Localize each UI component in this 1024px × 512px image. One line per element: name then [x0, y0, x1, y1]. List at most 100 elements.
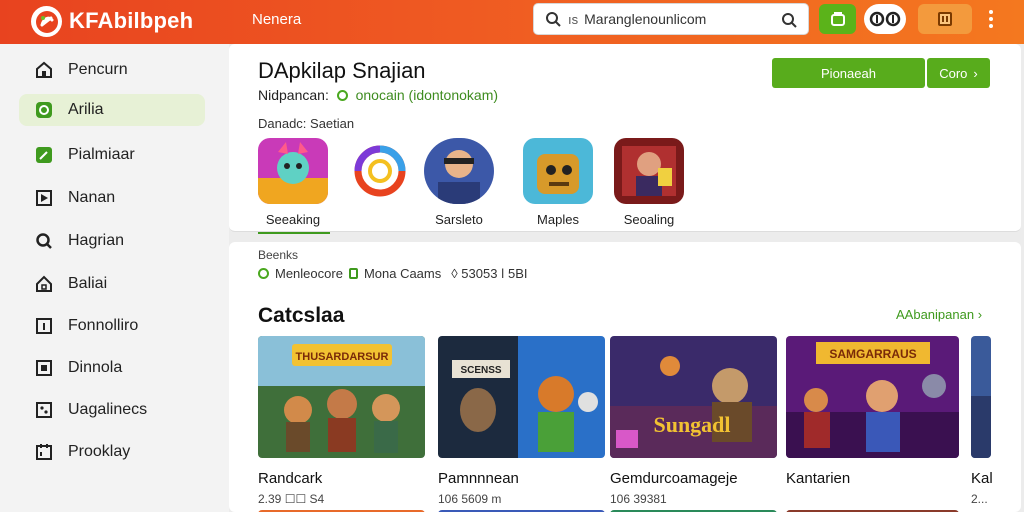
game-card[interactable]: THUSARDARSUR Randcark 2.39 ☐☐ S4 — [258, 336, 425, 506]
sidebar-item-label: Dinnola — [68, 359, 123, 376]
sidebar-item-5[interactable]: Baliai — [19, 268, 205, 300]
sidebar-item-3[interactable]: Nanan — [19, 182, 205, 214]
subtitle: Nidpancan: onocain (idontonokam) — [258, 87, 498, 103]
app-thumbnail — [523, 138, 593, 204]
game-thumbnail: THUSARDARSUR — [258, 336, 425, 458]
store-button[interactable] — [819, 4, 856, 34]
secondary-button[interactable]: Coro › — [927, 58, 990, 88]
app-thumbnail — [614, 138, 684, 204]
logo-mark — [35, 10, 58, 33]
info-icon — [34, 316, 54, 336]
subtitle-label: Nidpancan: — [258, 87, 329, 103]
search-bar[interactable]: ıs — [533, 3, 809, 35]
sidebar-item-label: Fonnolliro — [68, 317, 139, 334]
more-menu-icon — [989, 10, 993, 28]
sidebar-item-label: Nanan — [68, 189, 116, 206]
window-icon — [34, 358, 54, 378]
game-banner-text: SCENSS — [460, 365, 501, 376]
game-title: Pamnnnean — [438, 470, 519, 487]
house-icon — [34, 274, 54, 294]
app-tile[interactable] — [345, 138, 415, 212]
app-thumbnail — [345, 138, 415, 204]
square-icon — [348, 268, 358, 279]
search-input[interactable] — [584, 11, 785, 27]
home-icon — [34, 60, 54, 80]
sidebar-item-label: Pencurn — [68, 61, 128, 78]
sidebar-item-0[interactable]: Pencurn — [19, 54, 205, 86]
catalog-card: Beenks Menleocore Mona Caams ◊ 53053 ǀ 5… — [229, 242, 1021, 512]
game-thumbnail: SCENSS — [438, 336, 605, 458]
logo-icon[interactable] — [31, 6, 62, 37]
game-meta: 2... — [971, 492, 988, 506]
edit-icon — [34, 145, 54, 165]
bookmark-button[interactable] — [918, 4, 972, 34]
subtitle-tag[interactable]: onocain (idontonokam) — [356, 87, 498, 103]
sidebar-item-label: Arilia — [68, 101, 104, 118]
app-name: Seoaling — [623, 212, 675, 227]
app-tile[interactable]: Seoaling — [614, 138, 684, 227]
page-title: DApkilap Snajian — [258, 58, 426, 83]
see-all-link[interactable]: AAbanipanan › — [896, 307, 982, 322]
game-thumbnail: Sungadl — [610, 336, 777, 458]
sidebar-item-1[interactable]: Arilia — [19, 94, 205, 126]
sidebar-item-label: Hagrian — [68, 232, 125, 249]
search-submit-icon[interactable] — [776, 7, 802, 33]
see-all-label: AAbanipanan — [896, 307, 975, 322]
section-title: Catcslaa — [258, 304, 345, 327]
app-name: Maples — [537, 212, 579, 227]
game-card[interactable]: SCENSS Pamnnnean 106 5609 m — [438, 336, 605, 506]
game-title: Kal — [971, 470, 993, 487]
game-card[interactable]: Kal 2... — [971, 336, 1021, 506]
sidebar: Pencurn Arilia Pialmiaar Nanan Hagrian B… — [0, 44, 229, 512]
sidebar-item-label: Prooklay — [68, 443, 131, 460]
nav-link[interactable]: Nenera — [252, 11, 301, 28]
chevron-right-icon: › — [977, 307, 983, 322]
search-prefix: ıs — [568, 11, 579, 27]
game-card[interactable]: SAMGARRAUS Kantarien — [786, 336, 959, 492]
game-thumbnail — [971, 336, 991, 458]
game-title: Kantarien — [786, 470, 851, 487]
sidebar-item-2[interactable]: Pialmiaar — [19, 139, 205, 171]
game-meta: 2.39 ☐☐ S4 — [258, 492, 325, 506]
brand-name[interactable]: KFAbilbpeh — [69, 8, 193, 34]
store-icon — [830, 12, 845, 26]
search-icon — [538, 4, 568, 34]
app-detail-card: DApkilap Snajian Nidpancan: onocain (ido… — [229, 44, 1021, 234]
secondary-button-label: Coro — [939, 65, 968, 81]
sidebar-item-8[interactable]: Uagalinecs — [19, 394, 205, 426]
sidebar-item-7[interactable]: Dinnola — [19, 352, 205, 384]
sidebar-item-4[interactable]: Hagrian — [19, 225, 205, 257]
game-meta: 106 39381 — [610, 492, 667, 506]
sidebar-item-label: Baliai — [68, 275, 108, 292]
app-tile[interactable]: Sarsleto — [424, 138, 494, 227]
bookmark-icon — [938, 12, 952, 26]
game-banner-text: Sungadl — [653, 412, 730, 437]
active-underline — [258, 232, 330, 234]
sidebar-item-label: Uagalinecs — [68, 401, 148, 418]
stat-a: Menleocore — [275, 266, 343, 281]
search-icon — [34, 231, 54, 251]
share-label: Danadc: Saetian — [258, 116, 355, 131]
profile-toggle-icon — [869, 11, 901, 27]
play-icon — [34, 188, 54, 208]
app-tile[interactable]: Seeaking — [258, 138, 330, 234]
stats-row: Menleocore Mona Caams ◊ 53053 ǀ 5BI — [258, 266, 528, 281]
apps-icon — [34, 100, 54, 120]
app-tile[interactable]: Maples — [523, 138, 593, 227]
profile-toggle-button[interactable] — [864, 4, 906, 34]
small-heading: Beenks — [258, 248, 299, 262]
sidebar-item-6[interactable]: Fonnolliro — [19, 310, 205, 342]
app-name: Seeaking — [265, 212, 321, 227]
game-title: Gemdurcoamageje — [610, 470, 738, 487]
stat-c: ◊ 53053 ǀ 5BI — [451, 266, 528, 281]
status-dot-icon — [258, 268, 269, 279]
game-banner-text: THUSARDARSUR — [296, 351, 389, 363]
game-banner-text: SAMGARRAUS — [829, 347, 916, 361]
game-card[interactable]: Sungadl Gemdurcoamageje 106 39381 — [610, 336, 777, 506]
sidebar-item-9[interactable]: Prooklay — [19, 436, 205, 468]
game-thumbnail: SAMGARRAUS — [786, 336, 959, 458]
game-meta: 106 5609 m — [438, 492, 502, 506]
primary-button[interactable]: Pionaeah — [772, 58, 925, 88]
image-icon — [34, 400, 54, 420]
more-menu-button[interactable] — [978, 4, 1004, 34]
